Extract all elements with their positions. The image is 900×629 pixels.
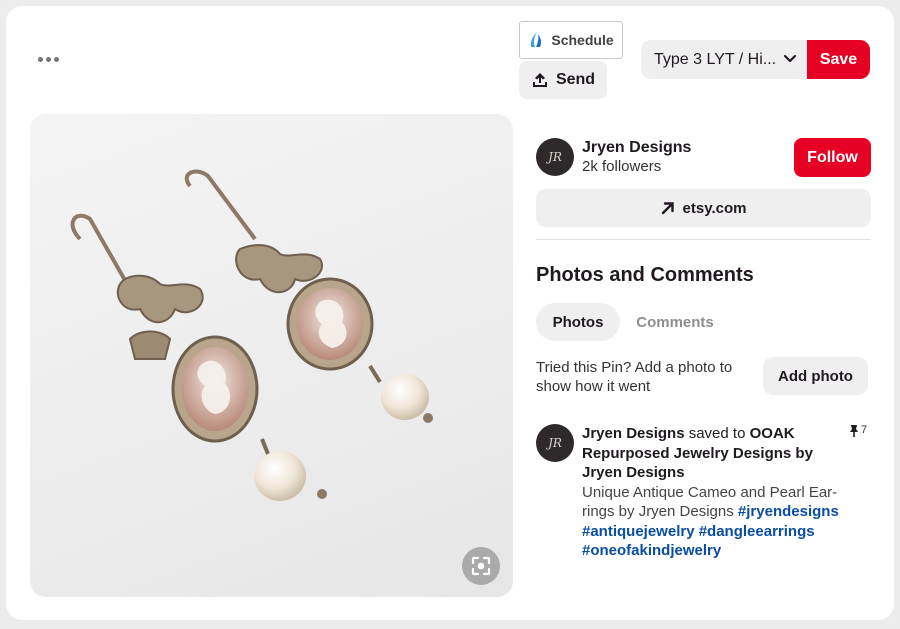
- tab-photos[interactable]: Photos: [536, 303, 620, 341]
- earrings-photo: [70, 169, 433, 501]
- sail-icon: [531, 32, 542, 47]
- tried-pin-prompt: Tried this Pin? Add a photo to show how …: [536, 359, 733, 395]
- visit-link-button[interactable]: etsy.com: [536, 189, 871, 227]
- section-title: Photos and Comments: [536, 264, 754, 286]
- send-button[interactable]: Send: [519, 61, 607, 99]
- pin-count-value: 7: [861, 424, 868, 436]
- creator-name[interactable]: Jryen Designs: [582, 139, 691, 157]
- creator-avatar[interactable]: JR: [536, 138, 574, 176]
- send-label: Send: [555, 71, 596, 88]
- schedule-label: Schedule: [551, 32, 614, 48]
- schedule-button[interactable]: Schedule: [519, 21, 623, 59]
- activity-user[interactable]: Jryen Designs: [582, 425, 685, 442]
- pushpin-icon: [850, 425, 858, 437]
- board-select-value: Type 3 LYT / Hi...: [654, 50, 777, 68]
- follow-button[interactable]: Follow: [794, 138, 871, 177]
- activity-action: saved to: [688, 425, 746, 442]
- add-photo-button[interactable]: Add photo: [763, 357, 868, 395]
- save-button[interactable]: Save: [807, 40, 870, 79]
- more-options-icon[interactable]: [38, 54, 62, 64]
- board-select-dropdown[interactable]: Type 3 LYT / Hi...: [641, 40, 807, 79]
- chevron-down-icon: [783, 54, 797, 63]
- link-label: etsy.com: [682, 199, 747, 217]
- share-upload-icon: [532, 73, 547, 87]
- activity-item: Jryen Designs saved to OOAK Repurposed J…: [582, 424, 857, 561]
- tab-comments[interactable]: Comments: [624, 303, 726, 341]
- arrow-up-right-icon: [661, 202, 674, 215]
- pin-count: 7: [848, 424, 867, 438]
- pin-image[interactable]: [30, 114, 513, 597]
- visual-search-icon: [471, 556, 491, 576]
- visual-search-button[interactable]: [462, 547, 500, 585]
- follower-count: 2k followers: [582, 158, 662, 175]
- activity-avatar[interactable]: JR: [536, 424, 574, 462]
- divider: [536, 239, 871, 240]
